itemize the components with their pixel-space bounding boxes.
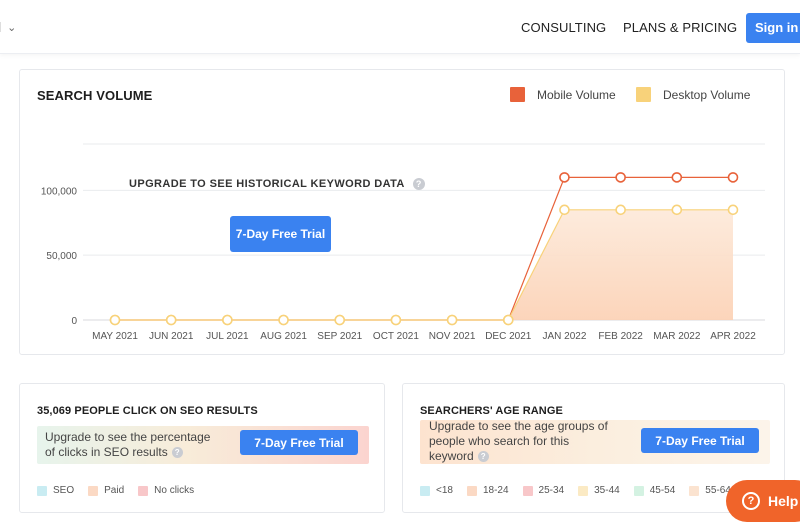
legend-paid: Paid	[88, 485, 124, 496]
legend-swatch-age-35-44	[578, 485, 589, 496]
legend-swatch-no-clicks	[138, 485, 149, 496]
legend-desktop-volume: Desktop Volume	[636, 87, 750, 102]
nav-dropdown[interactable]: l⌄	[0, 19, 16, 35]
x-tick-label-10: MAR 2022	[653, 331, 701, 342]
x-tick-label-2: JUL 2021	[206, 331, 249, 342]
nav-link-consulting[interactable]: CONSULTING	[521, 20, 606, 35]
legend-swatch-age-under-18	[420, 485, 430, 496]
age-range-legend: <18 18-24 25-34 35-44 45-54 55-64	[420, 485, 745, 496]
nav-dropdown-label: l	[0, 19, 1, 35]
nav-link-plans-pricing[interactable]: PLANS & PRICING	[623, 20, 737, 35]
x-tick-label-4: SEP 2021	[317, 331, 362, 342]
x-tick-label-8: JAN 2022	[542, 331, 586, 342]
mobile-volume-point-10	[671, 172, 683, 183]
x-tick-label-5: OCT 2021	[373, 331, 419, 342]
help-label: Help	[768, 493, 799, 509]
y-tick-label-1: 50,000	[46, 251, 77, 262]
legend-seo: SEO	[37, 485, 74, 496]
desktop-volume-point-6	[446, 314, 458, 326]
top-navigation-bar: l⌄ CONSULTING PLANS & PRICING Sign in	[0, 0, 800, 54]
age-range-title: SEARCHERS' AGE RANGE	[420, 405, 563, 417]
y-tick-label-2: 0	[71, 316, 77, 327]
legend-swatch-age-25-34	[522, 485, 533, 496]
legend-mobile-volume: Mobile Volume	[510, 87, 616, 102]
legend-no-clicks: No clicks	[138, 485, 194, 496]
seo-clicks-upgrade-line1: Upgrade to see the percentage	[45, 430, 211, 444]
search-volume-chart: 100,000 50,000 0 MAY 2021 JUN 2021 JUL 2021 AU…	[41, 143, 765, 342]
legend-swatch-age-18-24	[466, 485, 477, 496]
desktop-volume-point-2	[222, 314, 233, 326]
upsell-historical-data: UPGRADE TO SEE HISTORICAL KEYWORD DATA ?	[129, 178, 425, 190]
desktop-volume-point-9	[615, 204, 626, 216]
mobile-volume-point-9	[615, 172, 626, 183]
seo-clicks-legend: SEO Paid No clicks	[37, 485, 208, 496]
desktop-volume-point-0	[109, 314, 121, 326]
legend-age-25-34: 25-34	[522, 485, 565, 496]
legend-label-age-45-54: 45-54	[649, 485, 676, 496]
legend-label-seo: SEO	[53, 485, 75, 496]
desktop-volume-point-8	[559, 204, 570, 216]
mobile-volume-point-11	[727, 172, 739, 183]
x-tick-label-3: AUG 2021	[260, 331, 307, 342]
legend-age-55-64: 55-64	[689, 485, 731, 496]
legend-age-under-18: <18	[420, 485, 453, 496]
legend-age-45-54: 45-54	[633, 485, 676, 496]
desktop-volume-point-5	[390, 314, 402, 326]
desktop-volume-point-3	[278, 314, 289, 326]
legend-age-35-44: 35-44	[578, 485, 620, 496]
desktop-volume-point-4	[334, 314, 346, 326]
sign-in-button[interactable]: Sign in	[746, 13, 800, 43]
legend-swatch-desktop	[636, 87, 651, 102]
free-trial-button-seo[interactable]: 7-Day Free Trial	[240, 430, 358, 455]
legend-swatch-age-45-54	[633, 485, 644, 496]
help-button[interactable]: ? Help	[726, 480, 800, 522]
x-tick-label-0: MAY 2021	[92, 331, 138, 342]
legend-age-18-24: 18-24	[466, 485, 509, 496]
legend-label-mobile: Mobile Volume	[537, 87, 616, 102]
desktop-volume-point-1	[165, 314, 177, 326]
legend-label-no-clicks: No clicks	[154, 485, 195, 496]
x-tick-label-11: APR 2022	[710, 331, 756, 342]
help-question-icon[interactable]: ?	[171, 447, 183, 459]
legend-swatch-paid	[88, 485, 99, 496]
seo-clicks-upgrade-text: Upgrade to see the percentage of clicks …	[45, 430, 210, 460]
search-volume-title: SEARCH VOLUME	[37, 88, 153, 103]
x-tick-label-7: DEC 2021	[485, 331, 532, 342]
free-trial-button-age[interactable]: 7-Day Free Trial	[641, 428, 759, 453]
mobile-volume-point-8	[559, 172, 570, 183]
x-tick-label-9: FEB 2022	[598, 331, 643, 342]
seo-clicks-title: 35,069 PEOPLE CLICK ON SEO RESULTS	[37, 405, 258, 417]
legend-label-age-under-18: <18	[436, 485, 453, 496]
legend-label-age-25-34: 25-34	[538, 485, 565, 496]
y-tick-label-0: 100,000	[41, 186, 78, 197]
age-range-upgrade-line1: Upgrade to see the age groups of	[429, 419, 608, 433]
legend-swatch-age-55-64	[689, 485, 700, 496]
legend-label-desktop: Desktop Volume	[663, 87, 751, 102]
help-question-icon[interactable]: ?	[412, 178, 425, 190]
legend-label-age-35-44: 35-44	[594, 485, 620, 496]
upsell-historical-text: UPGRADE TO SEE HISTORICAL KEYWORD DATA	[129, 178, 405, 190]
chevron-down-icon: ⌄	[7, 22, 17, 34]
age-range-upgrade-line2: people who search for this	[429, 434, 570, 448]
age-range-upgrade-line3: keyword	[429, 449, 474, 463]
legend-label-paid: Paid	[104, 485, 125, 496]
help-question-icon: ?	[742, 492, 760, 510]
legend-label-age-18-24: 18-24	[482, 485, 509, 496]
free-trial-button-chart[interactable]: 7-Day Free Trial	[230, 216, 331, 252]
desktop-area-fill	[115, 209, 733, 320]
age-range-upgrade-text: Upgrade to see the age groups of people …	[429, 419, 608, 464]
help-question-icon[interactable]: ?	[477, 451, 489, 463]
x-tick-label-1: JUN 2021	[149, 331, 194, 342]
legend-swatch-seo	[37, 485, 47, 496]
desktop-volume-point-11	[727, 204, 739, 216]
legend-swatch-mobile	[510, 87, 525, 102]
desktop-volume-point-7	[502, 314, 514, 326]
seo-clicks-upgrade-line2: of clicks in SEO results	[45, 445, 168, 459]
x-tick-label-6: NOV 2021	[429, 331, 476, 342]
desktop-volume-point-10	[671, 204, 683, 216]
